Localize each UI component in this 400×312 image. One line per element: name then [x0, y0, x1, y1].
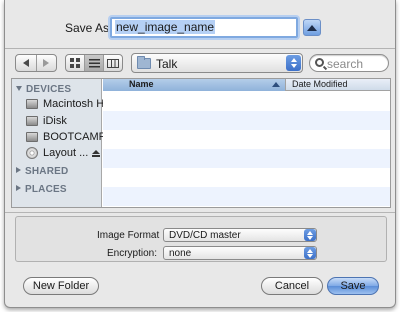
save-dialog: Save As: new_image_name Talk search DEVI… — [4, 0, 396, 308]
sidebar-header-places[interactable]: PLACES — [16, 184, 67, 195]
image-format-popup[interactable]: DVD/CD master — [163, 228, 317, 242]
encryption-value: none — [169, 248, 192, 259]
popup-arrows-icon — [286, 55, 301, 71]
image-format-label: Image Format — [97, 230, 160, 241]
list-view-button[interactable] — [84, 55, 103, 71]
file-browser: DEVICES Macintosh HD iDisk BOOTCAMP Layo… — [11, 78, 391, 208]
back-arrow-icon — [22, 59, 29, 67]
filename-input[interactable]: new_image_name — [110, 17, 298, 38]
sidebar: DEVICES Macintosh HD iDisk BOOTCAMP Layo… — [12, 79, 112, 207]
view-mode-control — [65, 54, 123, 72]
sidebar-item-macintosh-hd[interactable]: Macintosh HD — [26, 97, 112, 111]
column-header-name[interactable]: Name — [103, 79, 286, 91]
current-folder-label: Talk — [156, 57, 178, 71]
sidebar-header-shared[interactable]: SHARED — [16, 166, 68, 177]
sidebar-item-label: BOOTCAMP — [43, 131, 106, 143]
dvd-icon — [26, 147, 38, 159]
list-view-icon — [88, 58, 100, 67]
save-as-row: Save As: new_image_name — [5, 17, 395, 39]
disclosure-closed-icon — [16, 185, 21, 191]
column-header-date-modified[interactable]: Date Modified — [292, 79, 348, 89]
search-placeholder: search — [327, 57, 364, 71]
column-view-icon — [107, 58, 119, 68]
eject-icon[interactable] — [92, 149, 101, 157]
file-rows[interactable] — [103, 92, 390, 207]
triangle-up-icon — [307, 24, 317, 31]
encryption-popup[interactable]: none — [163, 246, 317, 260]
sidebar-item-label: iDisk — [43, 115, 67, 127]
popup-arrows-icon — [304, 229, 316, 241]
icon-view-icon — [70, 58, 80, 68]
back-forward-control — [15, 54, 57, 72]
location-popup[interactable]: Talk — [131, 53, 303, 73]
idisk-icon — [26, 116, 38, 126]
sidebar-item-label: Macintosh HD — [43, 98, 113, 110]
cancel-button[interactable]: Cancel — [261, 277, 323, 295]
save-as-label: Save As: — [65, 21, 113, 35]
new-folder-button[interactable]: New Folder — [23, 277, 99, 295]
hard-disk-icon — [26, 99, 38, 109]
sidebar-item-idisk[interactable]: iDisk — [26, 114, 67, 128]
folder-icon — [137, 56, 151, 69]
sidebar-item-bootcamp[interactable]: BOOTCAMP — [26, 130, 106, 144]
disclosure-closed-icon — [16, 167, 21, 173]
column-header-bar: Name Date Modified — [103, 79, 390, 91]
divider — [5, 48, 395, 49]
icon-view-button[interactable] — [66, 55, 84, 71]
format-options-panel: Image Format DVD/CD master Encryption: n… — [15, 216, 387, 262]
forward-arrow-icon — [43, 59, 50, 67]
search-icon — [315, 58, 324, 67]
column-view-button[interactable] — [103, 55, 122, 71]
divider — [5, 212, 395, 213]
collapse-dialog-button[interactable] — [303, 19, 321, 36]
sidebar-item-label: Layout ... — [43, 147, 89, 159]
search-field[interactable]: search — [309, 54, 389, 72]
popup-arrows-icon — [304, 247, 316, 259]
sidebar-header-devices[interactable]: DEVICES — [16, 84, 71, 95]
sidebar-item-layout[interactable]: Layout ... — [26, 146, 101, 160]
encryption-label: Encryption: — [107, 248, 158, 259]
image-format-value: DVD/CD master — [169, 230, 241, 241]
toolbar: Talk search — [5, 52, 395, 74]
save-button[interactable]: Save — [327, 277, 379, 295]
disclosure-open-icon — [16, 86, 22, 91]
sort-ascending-icon — [272, 82, 280, 87]
forward-button[interactable] — [35, 55, 57, 71]
filename-text: new_image_name — [115, 20, 216, 34]
file-list: Name Date Modified — [103, 79, 390, 207]
back-button[interactable] — [16, 55, 36, 71]
hard-disk-icon — [26, 132, 38, 142]
